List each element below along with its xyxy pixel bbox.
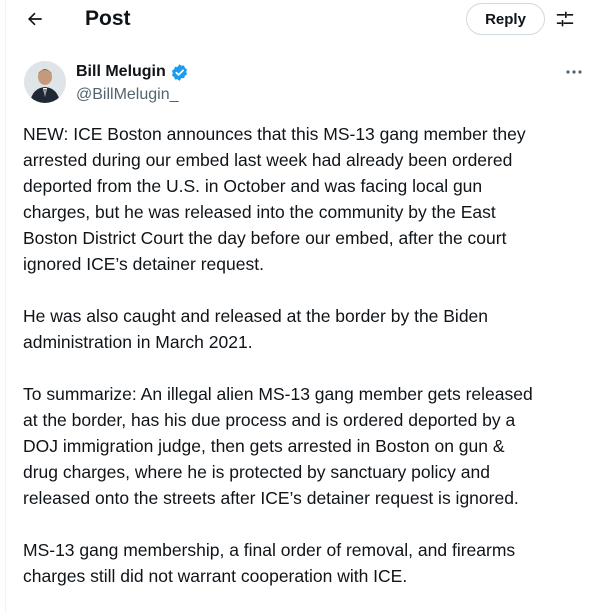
reply-button[interactable]: Reply xyxy=(466,3,545,35)
post-paragraph: He was also caught and released at the b… xyxy=(23,306,489,352)
author-name[interactable]: Bill Melugin xyxy=(76,62,166,82)
more-horizontal-icon xyxy=(566,70,582,74)
avatar[interactable] xyxy=(24,61,66,103)
column-divider xyxy=(5,0,6,612)
sliders-icon xyxy=(556,11,574,27)
page-title: Post xyxy=(85,7,131,30)
profile-photo xyxy=(24,61,66,103)
post-header: Post Reply xyxy=(0,0,590,38)
post-text: NEW: ICE Boston announces that this MS-1… xyxy=(23,121,589,615)
arrow-left-icon xyxy=(27,12,42,26)
back-button[interactable] xyxy=(22,6,48,32)
author-name-row: Bill Melugin xyxy=(76,62,189,82)
post-paragraph: To summarize: An illegal alien MS-13 gan… xyxy=(23,384,533,508)
more-options-button[interactable] xyxy=(562,62,586,82)
author-handle[interactable]: @BillMelugin_ xyxy=(76,85,179,105)
verified-badge-icon xyxy=(171,63,187,81)
post-paragraph: NEW: ICE Boston announces that this MS-1… xyxy=(23,124,526,274)
adjust-button[interactable] xyxy=(554,8,576,30)
post-paragraph: MS-13 gang membership, a final order of … xyxy=(23,540,516,586)
